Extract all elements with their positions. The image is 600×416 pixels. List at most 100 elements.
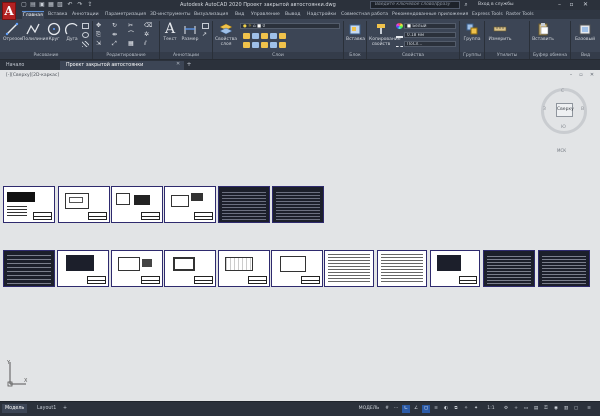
ellipse-icon[interactable]: [82, 32, 89, 38]
drawing-sheet[interactable]: [164, 250, 216, 287]
add-tab-button[interactable]: +: [185, 61, 193, 69]
model-space-toggle[interactable]: МОДЕЛЬ: [358, 405, 380, 413]
drawing-sheet[interactable]: [218, 186, 270, 223]
circle-button[interactable]: Круг: [46, 22, 62, 42]
layer-merge-icon[interactable]: [279, 42, 286, 48]
graphics-performance-icon[interactable]: ▥: [562, 405, 570, 413]
search-icon[interactable]: ⌕: [462, 1, 470, 9]
tab-addins[interactable]: Надстройки: [306, 11, 337, 19]
drawing-sheet[interactable]: [377, 250, 427, 287]
viewport-minimize-icon[interactable]: –: [567, 71, 575, 79]
layer-isolate-icon[interactable]: [252, 33, 259, 39]
group-button[interactable]: Группа: [462, 22, 482, 42]
annotation-scale[interactable]: 1:1: [484, 405, 498, 413]
tab-express-tools[interactable]: Express Tools: [471, 11, 504, 19]
maximize-icon[interactable]: ▫: [566, 0, 577, 10]
scale-icon[interactable]: ⤢: [112, 41, 119, 47]
panel-view-title[interactable]: Вид: [571, 52, 600, 59]
layer-freeze-icon[interactable]: [261, 33, 268, 39]
linetype-dropdown[interactable]: ПоСл...: [404, 41, 456, 47]
tab-visualize[interactable]: Визуализация: [193, 11, 229, 19]
panel-groups-title[interactable]: Группы: [460, 52, 484, 59]
tab-featured-apps[interactable]: Рекомендованные приложения: [391, 11, 469, 19]
tab-annotate[interactable]: Аннотации: [71, 11, 100, 19]
auto-scale-icon[interactable]: ✦: [472, 405, 480, 413]
offset-icon[interactable]: ⫽: [144, 41, 151, 47]
compass-south[interactable]: Ю: [561, 125, 566, 130]
isolate-objects-icon[interactable]: ◉: [552, 405, 560, 413]
grid-icon[interactable]: #: [383, 405, 391, 413]
lineweight-dropdown[interactable]: 0.18 мм: [404, 32, 456, 38]
osnap-icon[interactable]: ◻: [422, 405, 430, 413]
close-icon[interactable]: ✕: [580, 0, 591, 10]
file-tab-drawing[interactable]: Проект закрытой автостоянки: [60, 61, 184, 70]
dimension-button[interactable]: Размер: [180, 22, 200, 42]
tab-output[interactable]: Вывод: [284, 11, 301, 19]
viewport-restore-icon[interactable]: ▫: [577, 71, 585, 79]
move-icon[interactable]: ✥: [96, 23, 103, 29]
compass-east[interactable]: В: [581, 107, 584, 112]
drawing-sheet[interactable]: [3, 250, 55, 287]
units-icon[interactable]: ▭: [522, 405, 530, 413]
panel-draw-title[interactable]: Рисование: [0, 52, 92, 59]
drawing-viewport[interactable]: [-][Сверху][2D-каркас] – ▫ ✕ Сверху С Ю …: [0, 70, 600, 401]
viewport-controls-label[interactable]: [-][Сверху][2D-каркас]: [6, 73, 59, 78]
panel-block-title[interactable]: Блок: [344, 52, 366, 59]
app-logo[interactable]: A: [2, 2, 16, 20]
search-input[interactable]: Введите ключевое слово/фразу: [370, 1, 460, 9]
drawing-sheet[interactable]: [111, 250, 163, 287]
save-icon[interactable]: ▣: [38, 1, 46, 9]
copy-icon[interactable]: ⎘: [96, 32, 103, 38]
workspace-gear-icon[interactable]: ⚙: [502, 405, 510, 413]
tab-3d-tools[interactable]: 3D-инструменты: [149, 11, 192, 19]
layer-properties-button[interactable]: Свойства слоя: [215, 22, 237, 47]
polyline-button[interactable]: Полилиния: [22, 22, 48, 42]
viewport-close-icon[interactable]: ✕: [588, 71, 596, 79]
rotate-icon[interactable]: ↻: [112, 23, 119, 29]
viewcube[interactable]: Сверху С Ю З В: [541, 88, 587, 134]
selection-cycling-icon[interactable]: ⧉: [452, 405, 460, 413]
layer-dropdown[interactable]: ● ☼ ⌂ ■ 0: [240, 23, 340, 29]
close-tab-icon[interactable]: ✕: [176, 61, 180, 67]
drawing-sheet[interactable]: [272, 186, 324, 223]
drawing-sheet[interactable]: [538, 250, 590, 287]
redo-icon[interactable]: ↷: [76, 1, 84, 9]
clean-screen-icon[interactable]: ▢: [572, 405, 580, 413]
add-layout-button[interactable]: +: [60, 404, 70, 413]
drawing-sheet[interactable]: [218, 250, 270, 287]
lock-ui-icon[interactable]: ⚿: [542, 405, 550, 413]
snap-icon[interactable]: ⋯: [392, 405, 400, 413]
drawing-sheet[interactable]: [164, 186, 216, 223]
plot-icon[interactable]: ▧: [56, 1, 64, 9]
make-current-icon[interactable]: [243, 42, 250, 48]
match-properties-button[interactable]: Копирование свойств: [369, 22, 400, 47]
login-button[interactable]: Вход в службы: [478, 1, 514, 9]
layout-tab-model[interactable]: Модель: [2, 404, 28, 413]
open-icon[interactable]: ▤: [29, 1, 37, 9]
customization-menu-icon[interactable]: ≡: [584, 405, 594, 413]
drawing-sheet[interactable]: [57, 250, 109, 287]
viewcube-face[interactable]: Сверху: [556, 103, 574, 117]
tab-insert[interactable]: Вставка: [47, 11, 68, 19]
panel-layers-title[interactable]: Слои: [213, 52, 343, 59]
leader-icon[interactable]: ↗: [202, 32, 209, 38]
ortho-icon[interactable]: ∟: [402, 405, 410, 413]
paste-button[interactable]: Вставить: [532, 22, 554, 42]
base-view-button[interactable]: Базовый: [573, 22, 597, 42]
tab-view[interactable]: Вид: [234, 11, 245, 19]
hatch-icon[interactable]: [82, 41, 89, 47]
panel-properties-title[interactable]: Свойства: [367, 52, 459, 59]
lineweight-icon[interactable]: [396, 32, 403, 38]
drawing-sheet[interactable]: [430, 250, 480, 287]
linetype-icon[interactable]: [396, 41, 403, 47]
tab-parametric[interactable]: Параметризация: [104, 11, 147, 19]
drawing-sheet[interactable]: [111, 186, 163, 223]
tab-raster-tools[interactable]: Raster Tools: [505, 11, 535, 19]
match-layer-icon[interactable]: [252, 42, 259, 48]
compass-north[interactable]: С: [561, 89, 564, 94]
measure-button[interactable]: Измерить: [487, 22, 513, 42]
tab-collaborate[interactable]: Совместная работа: [340, 11, 389, 19]
new-icon[interactable]: ▢: [20, 1, 28, 9]
color-dropdown[interactable]: ■ Белый: [404, 23, 456, 29]
drawing-sheet[interactable]: [271, 250, 323, 287]
